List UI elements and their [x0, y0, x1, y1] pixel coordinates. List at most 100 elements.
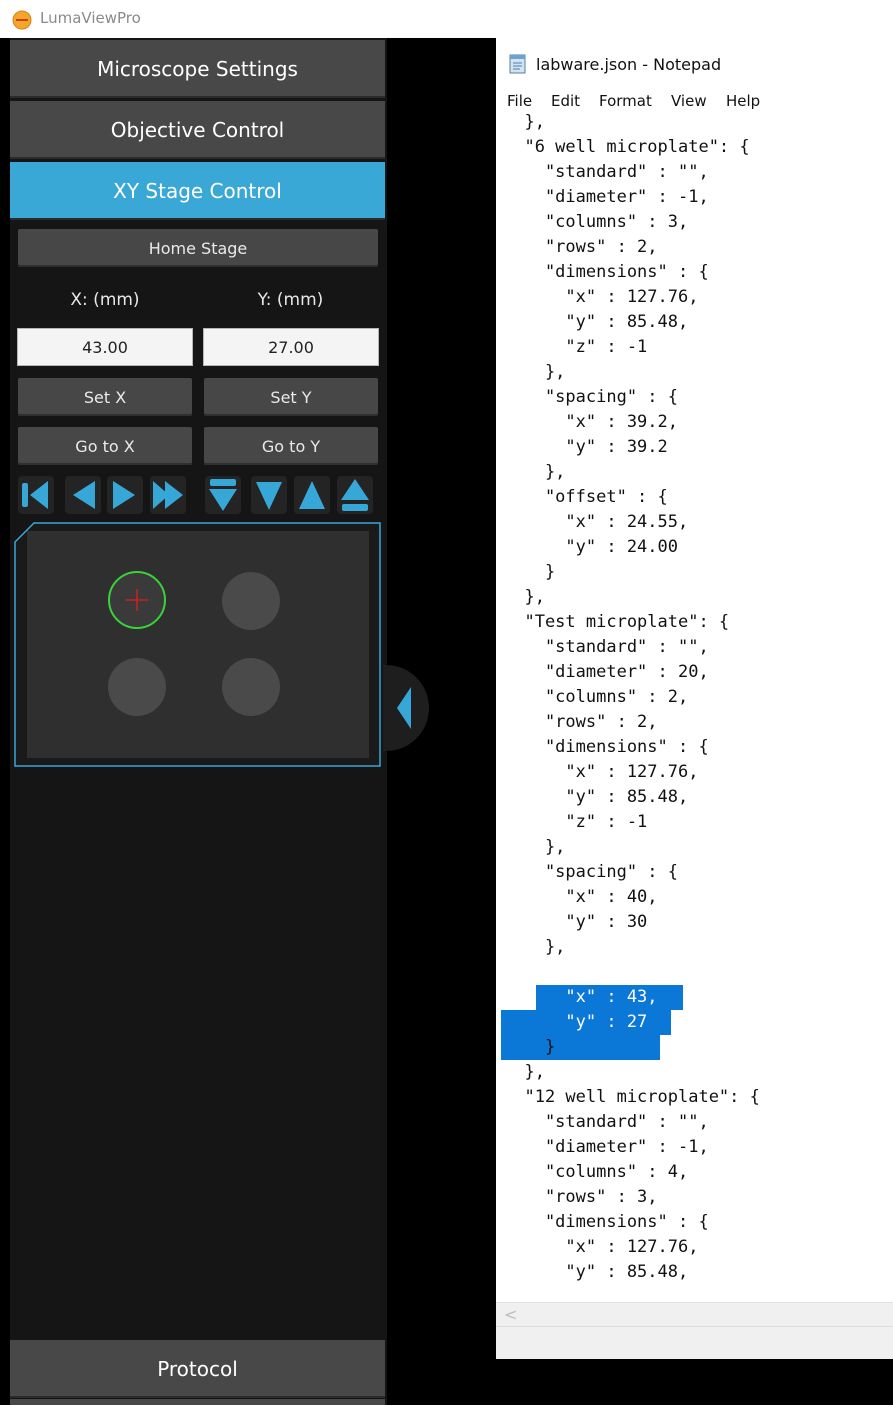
menu-view[interactable]: View: [671, 92, 707, 110]
chevron-left-icon: [397, 687, 411, 729]
code-line: "z" : -1: [504, 812, 648, 832]
fast-down-icon: [209, 479, 237, 511]
code-line: "z" : -1: [504, 337, 648, 357]
code-line: "dimensions" : {: [504, 1212, 709, 1232]
code-line: "y" : 85.48,: [504, 312, 689, 332]
code-line: "dimensions" : {: [504, 737, 709, 757]
code-line: },: [504, 114, 545, 132]
panel-border: [0, 38, 10, 1405]
objective-control-tab[interactable]: Objective Control: [10, 101, 385, 159]
fast-right-button[interactable]: [150, 476, 186, 514]
code-line: "dimensions" : {: [504, 262, 709, 282]
scroll-left-icon[interactable]: <: [504, 1305, 517, 1324]
menu-help[interactable]: Help: [726, 92, 760, 110]
code-line: "y" : 24.00: [504, 537, 678, 557]
crosshair-icon: [126, 589, 148, 611]
fast-up-button[interactable]: [337, 476, 373, 514]
x-axis-label: X: (mm): [70, 290, 140, 310]
code-line: },: [504, 1062, 545, 1082]
next-accordion-tab[interactable]: [10, 1399, 385, 1405]
code-line: "offset" : {: [504, 487, 668, 507]
code-line: "offset" : {: [504, 962, 668, 982]
code-line: "rows" : 2,: [504, 712, 658, 732]
code-line: "rows" : 2,: [504, 237, 658, 257]
app-titlebar: LumaViewPro: [0, 0, 893, 38]
menu-format[interactable]: Format: [599, 92, 652, 110]
right-icon: [113, 481, 135, 509]
code-line: "columns" : 2,: [504, 687, 689, 707]
code-line: }: [504, 562, 556, 582]
menu-edit[interactable]: Edit: [551, 92, 580, 110]
xy-stage-control-tab[interactable]: XY Stage Control: [10, 162, 385, 220]
notepad-titlebar: labware.json - Notepad: [496, 38, 893, 90]
x-position-input[interactable]: 43.00: [17, 328, 193, 366]
code-line: "6 well microplate": {: [504, 137, 750, 157]
code-line: "x" : 127.76,: [504, 287, 699, 307]
fast-left-button[interactable]: [18, 476, 54, 514]
code-line: "x" : 127.76,: [504, 1237, 699, 1257]
code-line: "y" : 85.48,: [504, 787, 689, 807]
left-icon: [73, 481, 95, 509]
collapse-panel-button[interactable]: [383, 665, 429, 751]
menu-file[interactable]: File: [507, 92, 532, 110]
down-button[interactable]: [251, 476, 287, 514]
app-logo-icon: [12, 10, 32, 30]
up-icon: [299, 481, 325, 509]
code-line: "y" : 85.48,: [504, 1262, 689, 1282]
code-line: "standard" : "",: [504, 637, 709, 657]
well[interactable]: [222, 572, 280, 630]
right-button[interactable]: [107, 476, 143, 514]
protocol-tab[interactable]: Protocol: [10, 1340, 385, 1398]
code-line: "y" : 27: [504, 1012, 648, 1032]
set-x-button[interactable]: Set X: [18, 378, 192, 416]
left-button[interactable]: [65, 476, 101, 514]
code-line: },: [504, 587, 545, 607]
code-line: "diameter" : -1,: [504, 1137, 709, 1157]
code-line: "x" : 39.2,: [504, 412, 678, 432]
code-line: "columns" : 3,: [504, 212, 689, 232]
code-line: "Test microplate": {: [504, 612, 730, 632]
well[interactable]: [108, 658, 166, 716]
stage-plate[interactable]: [27, 531, 369, 758]
code-line: "rows" : 3,: [504, 1187, 658, 1207]
code-line: "standard" : "",: [504, 162, 709, 182]
code-line: }: [504, 1037, 556, 1057]
fast-right-icon: [153, 481, 183, 509]
notepad-menubar: File Edit Format View Help: [496, 90, 893, 115]
microscope-settings-tab[interactable]: Microscope Settings: [10, 40, 385, 98]
up-button[interactable]: [294, 476, 330, 514]
notepad-window: labware.json - Notepad File Edit Format …: [496, 38, 893, 1359]
code-line: "12 well microplate": {: [504, 1087, 760, 1107]
code-line: "standard" : "",: [504, 1112, 709, 1132]
well[interactable]: [222, 658, 280, 716]
code-line: },: [504, 937, 566, 957]
go-to-y-button[interactable]: Go to Y: [204, 427, 378, 465]
code-line: "x" : 24.55,: [504, 512, 689, 532]
code-line: },: [504, 462, 566, 482]
horizontal-scrollbar[interactable]: <: [496, 1302, 893, 1327]
y-axis-label: Y: (mm): [257, 290, 324, 310]
code-line: "spacing" : {: [504, 387, 678, 407]
app-title: LumaViewPro: [40, 9, 141, 27]
code-line: "y" : 39.2: [504, 437, 668, 457]
notepad-status-bar: [496, 1326, 893, 1359]
code-line: "diameter" : 20,: [504, 662, 709, 682]
code-line: "columns" : 4,: [504, 1162, 689, 1182]
home-stage-button[interactable]: Home Stage: [18, 229, 378, 267]
fast-down-button[interactable]: [205, 476, 241, 514]
code-line: "x" : 43,: [504, 987, 658, 1007]
well-selected[interactable]: [108, 571, 166, 629]
code-line: },: [504, 837, 566, 857]
y-position-input[interactable]: 27.00: [203, 328, 379, 366]
down-icon: [256, 482, 282, 510]
code-line: "spacing" : {: [504, 862, 678, 882]
code-line: "diameter" : -1,: [504, 187, 709, 207]
go-to-x-button[interactable]: Go to X: [18, 427, 192, 465]
notepad-document-icon: [508, 53, 528, 75]
code-line: "x" : 40,: [504, 887, 658, 907]
notepad-title: labware.json - Notepad: [536, 55, 722, 74]
fast-up-icon: [341, 479, 369, 511]
set-y-button[interactable]: Set Y: [204, 378, 378, 416]
notepad-text-area[interactable]: }, "6 well microplate": { "standard" : "…: [496, 114, 893, 1302]
fast-left-icon: [22, 481, 48, 509]
